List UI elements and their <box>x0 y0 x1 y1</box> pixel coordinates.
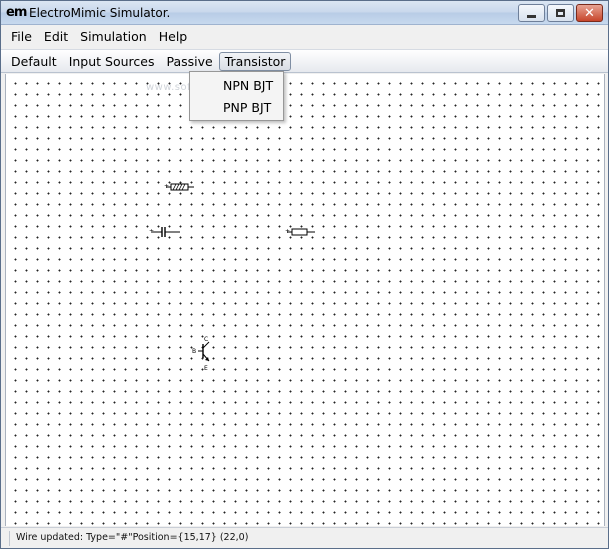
transistor-dropdown-menu: NPN BJT PNP BJT <box>189 71 284 121</box>
npn-transistor-icon[interactable]: C B E <box>190 333 214 373</box>
maximize-button[interactable] <box>547 4 574 22</box>
menu-item-npn-bjt[interactable]: NPN BJT <box>190 75 283 97</box>
menu-edit[interactable]: Edit <box>38 27 74 46</box>
base-label: B <box>192 348 196 355</box>
inductor-icon[interactable]: + <box>163 182 195 192</box>
tab-input-sources[interactable]: Input Sources <box>63 52 161 71</box>
collector-label: C <box>204 336 208 343</box>
tab-transistor[interactable]: Transistor <box>218 51 292 71</box>
tab-default[interactable]: Default <box>5 52 63 71</box>
minimize-button[interactable] <box>518 4 545 22</box>
status-bar: Wire updated: Type="#"Position={15,17} (… <box>1 527 608 548</box>
title-bar[interactable]: em ElectroMimic Simulator. ✕ <box>1 1 608 25</box>
menu-file[interactable]: File <box>5 27 38 46</box>
maximize-icon <box>556 9 565 17</box>
menu-bar: File Edit Simulation Help <box>1 26 608 47</box>
close-button[interactable]: ✕ <box>576 4 603 22</box>
status-text: Wire updated: Type="#"Position={15,17} (… <box>16 532 249 543</box>
app-window: em ElectroMimic Simulator. ✕ File Edit S… <box>0 0 609 549</box>
menu-help[interactable]: Help <box>153 27 194 46</box>
tab-passive[interactable]: Passive <box>160 52 218 71</box>
window-title: ElectroMimic Simulator. <box>29 6 171 20</box>
circuit-canvas[interactable]: www.softpedia.com + + + <box>5 74 605 526</box>
capacitor-icon[interactable]: + <box>149 226 181 238</box>
close-icon: ✕ <box>584 5 595 21</box>
app-logo-icon: em <box>6 5 27 20</box>
component-toolbar: Default Input Sources Passive Transistor <box>1 49 608 73</box>
menu-item-pnp-bjt[interactable]: PNP BJT <box>190 97 283 119</box>
emitter-label: E <box>204 365 208 372</box>
menu-simulation[interactable]: Simulation <box>74 27 153 46</box>
minimize-icon <box>527 14 536 18</box>
status-separator <box>9 531 10 546</box>
resistor-icon[interactable]: + <box>284 227 316 237</box>
